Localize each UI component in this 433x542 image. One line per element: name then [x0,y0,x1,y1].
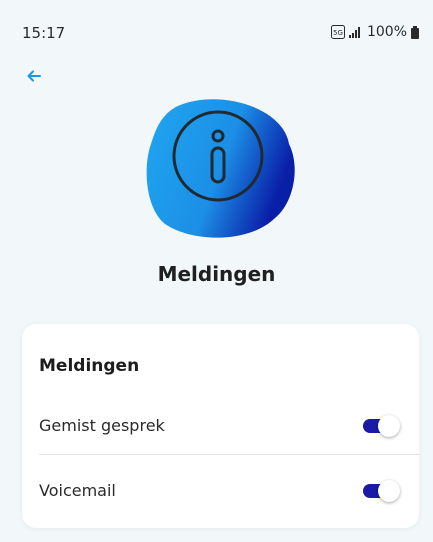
toggle-voicemail[interactable] [361,478,401,502]
setting-label-missed-call: Gemist gesprek [39,415,165,435]
status-time: 15:17 [22,24,66,42]
blob-shape [146,99,295,238]
divider [39,454,419,455]
toggle-thumb [378,415,400,437]
status-indicators: 5G 100% [330,24,419,40]
setting-row-missed-call: Gemist gesprek [39,398,401,452]
arrow-left-icon [27,70,41,82]
battery-percentage: 100% [366,24,407,40]
card-title: Meldingen [39,356,140,376]
toggle-missed-call[interactable] [361,413,401,437]
page-title: Meldingen [157,262,276,286]
setting-row-voicemail: Voicemail [39,463,401,517]
setting-label-voicemail: Voicemail [39,480,116,500]
battery-icon [411,25,419,39]
toggle-thumb [378,480,400,502]
signal-icon [348,26,363,38]
hero-illustration [143,96,303,246]
notifications-card: Meldingen Gemist gesprek Voicemail [22,324,419,528]
back-button[interactable] [22,64,46,88]
status-bar: 15:17 5G 100% [0,0,433,62]
network-5g-icon: 5G [330,25,345,39]
network-badge-text: 5G [333,29,343,37]
